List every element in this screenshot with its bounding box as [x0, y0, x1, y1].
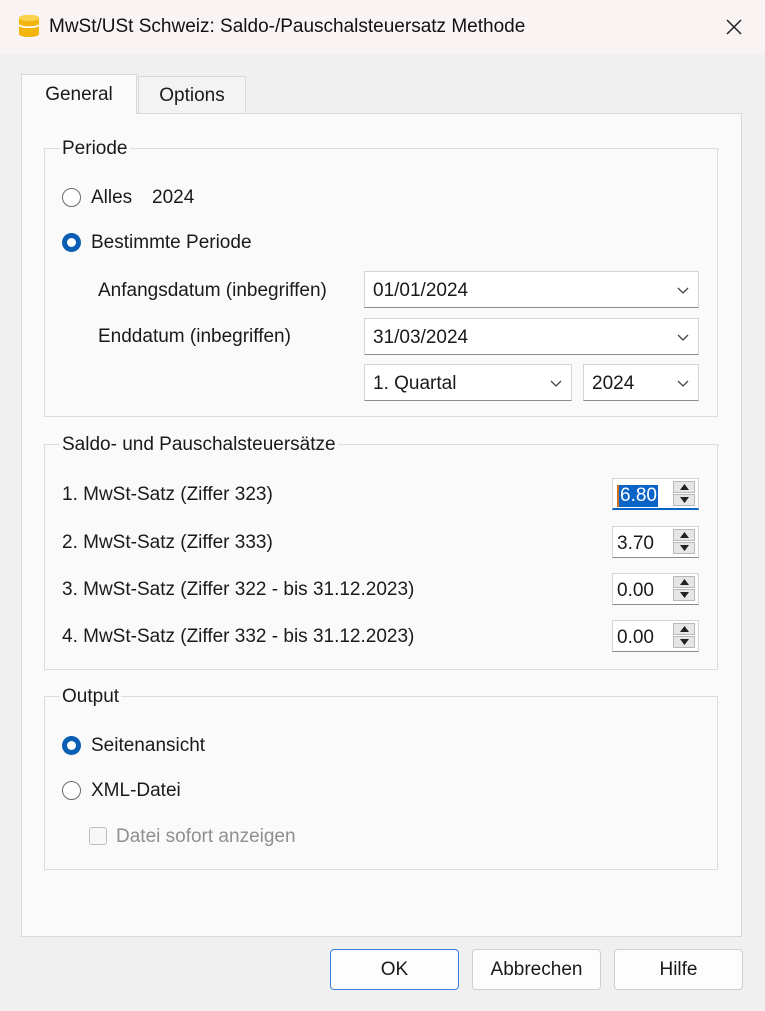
spin-down-button[interactable]	[673, 589, 695, 601]
quartal-select[interactable]: 1. Quartal	[364, 364, 572, 401]
bestimmte-periode-label[interactable]: Bestimmte Periode	[91, 232, 252, 254]
rate-2-label: 2. MwSt-Satz (Ziffer 333)	[62, 532, 273, 553]
caret-down-icon	[679, 545, 689, 551]
caret-up-icon	[679, 626, 689, 632]
title-bar: MwSt/USt Schweiz: Saldo-/Pauschalsteuers…	[0, 0, 765, 54]
rate-4-spinner[interactable]: 0.00	[612, 620, 699, 652]
anfangsdatum-value: 01/01/2024	[373, 280, 469, 301]
spin-up-button[interactable]	[673, 481, 695, 493]
window-title: MwSt/USt Schweiz: Saldo-/Pauschalsteuers…	[49, 16, 526, 37]
datei-sofort-checkbox[interactable]	[89, 827, 107, 845]
spin-down-button[interactable]	[673, 636, 695, 648]
anfangsdatum-label: Anfangsdatum (inbegriffen)	[98, 280, 327, 301]
radio-xml-datei[interactable]	[62, 781, 81, 800]
caret-up-icon	[679, 484, 689, 490]
rates-title: Saldo- und Pauschalsteuersätze	[60, 434, 338, 456]
caret-up-icon	[679, 532, 689, 538]
rate-3-value[interactable]: 0.00	[617, 580, 654, 602]
anfangsdatum-select[interactable]: 01/01/2024	[364, 271, 699, 308]
rate-3-label: 3. MwSt-Satz (Ziffer 322 - bis 31.12.202…	[62, 579, 415, 600]
tab-options[interactable]: Options	[138, 76, 246, 113]
chevron-down-icon	[677, 287, 689, 294]
output-title: Output	[60, 686, 122, 708]
spin-up-button[interactable]	[673, 576, 695, 588]
year-value: 2024	[592, 373, 635, 394]
rate-1-label: 1. MwSt-Satz (Ziffer 323)	[62, 484, 273, 505]
chevron-down-icon	[550, 380, 562, 387]
chevron-down-icon	[677, 380, 689, 387]
radio-alles[interactable]	[62, 188, 81, 207]
xml-datei-label[interactable]: XML-Datei	[91, 780, 181, 802]
spin-up-button[interactable]	[673, 529, 695, 541]
caret-up-icon	[679, 579, 689, 585]
spin-down-button[interactable]	[673, 542, 695, 554]
close-icon	[726, 19, 742, 35]
alles-label[interactable]: Alles	[91, 187, 132, 209]
spin-up-button[interactable]	[673, 623, 695, 635]
periode-title: Periode	[60, 138, 130, 160]
rate-3-spinner[interactable]: 0.00	[612, 573, 699, 605]
enddatum-label: Enddatum (inbegriffen)	[98, 326, 291, 347]
rate-2-value[interactable]: 3.70	[617, 533, 654, 555]
year-select[interactable]: 2024	[583, 364, 699, 401]
spin-down-button[interactable]	[673, 494, 695, 506]
ok-button[interactable]: OK	[330, 949, 459, 990]
alles-year: 2024	[152, 187, 195, 208]
enddatum-value: 31/03/2024	[373, 327, 469, 348]
radio-seitenansicht[interactable]	[62, 736, 81, 755]
rate-1-value[interactable]: 6.80	[617, 485, 658, 507]
rate-1-spinner[interactable]: 6.80	[612, 478, 699, 510]
rate-4-label: 4. MwSt-Satz (Ziffer 332 - bis 31.12.202…	[62, 626, 415, 647]
rate-4-value[interactable]: 0.00	[617, 627, 654, 649]
cancel-button[interactable]: Abbrechen	[472, 949, 601, 990]
caret-down-icon	[679, 592, 689, 598]
tab-general[interactable]: General	[21, 74, 137, 114]
database-cylinder-icon	[17, 13, 41, 39]
seitenansicht-label[interactable]: Seitenansicht	[91, 735, 205, 757]
caret-down-icon	[679, 639, 689, 645]
close-button[interactable]	[718, 12, 750, 42]
enddatum-select[interactable]: 31/03/2024	[364, 318, 699, 355]
rate-2-spinner[interactable]: 3.70	[612, 526, 699, 558]
help-button[interactable]: Hilfe	[614, 949, 743, 990]
datei-sofort-label[interactable]: Datei sofort anzeigen	[116, 826, 296, 848]
caret-down-icon	[679, 497, 689, 503]
chevron-down-icon	[677, 334, 689, 341]
radio-bestimmte-periode[interactable]	[62, 233, 81, 252]
quartal-value: 1. Quartal	[373, 373, 457, 394]
